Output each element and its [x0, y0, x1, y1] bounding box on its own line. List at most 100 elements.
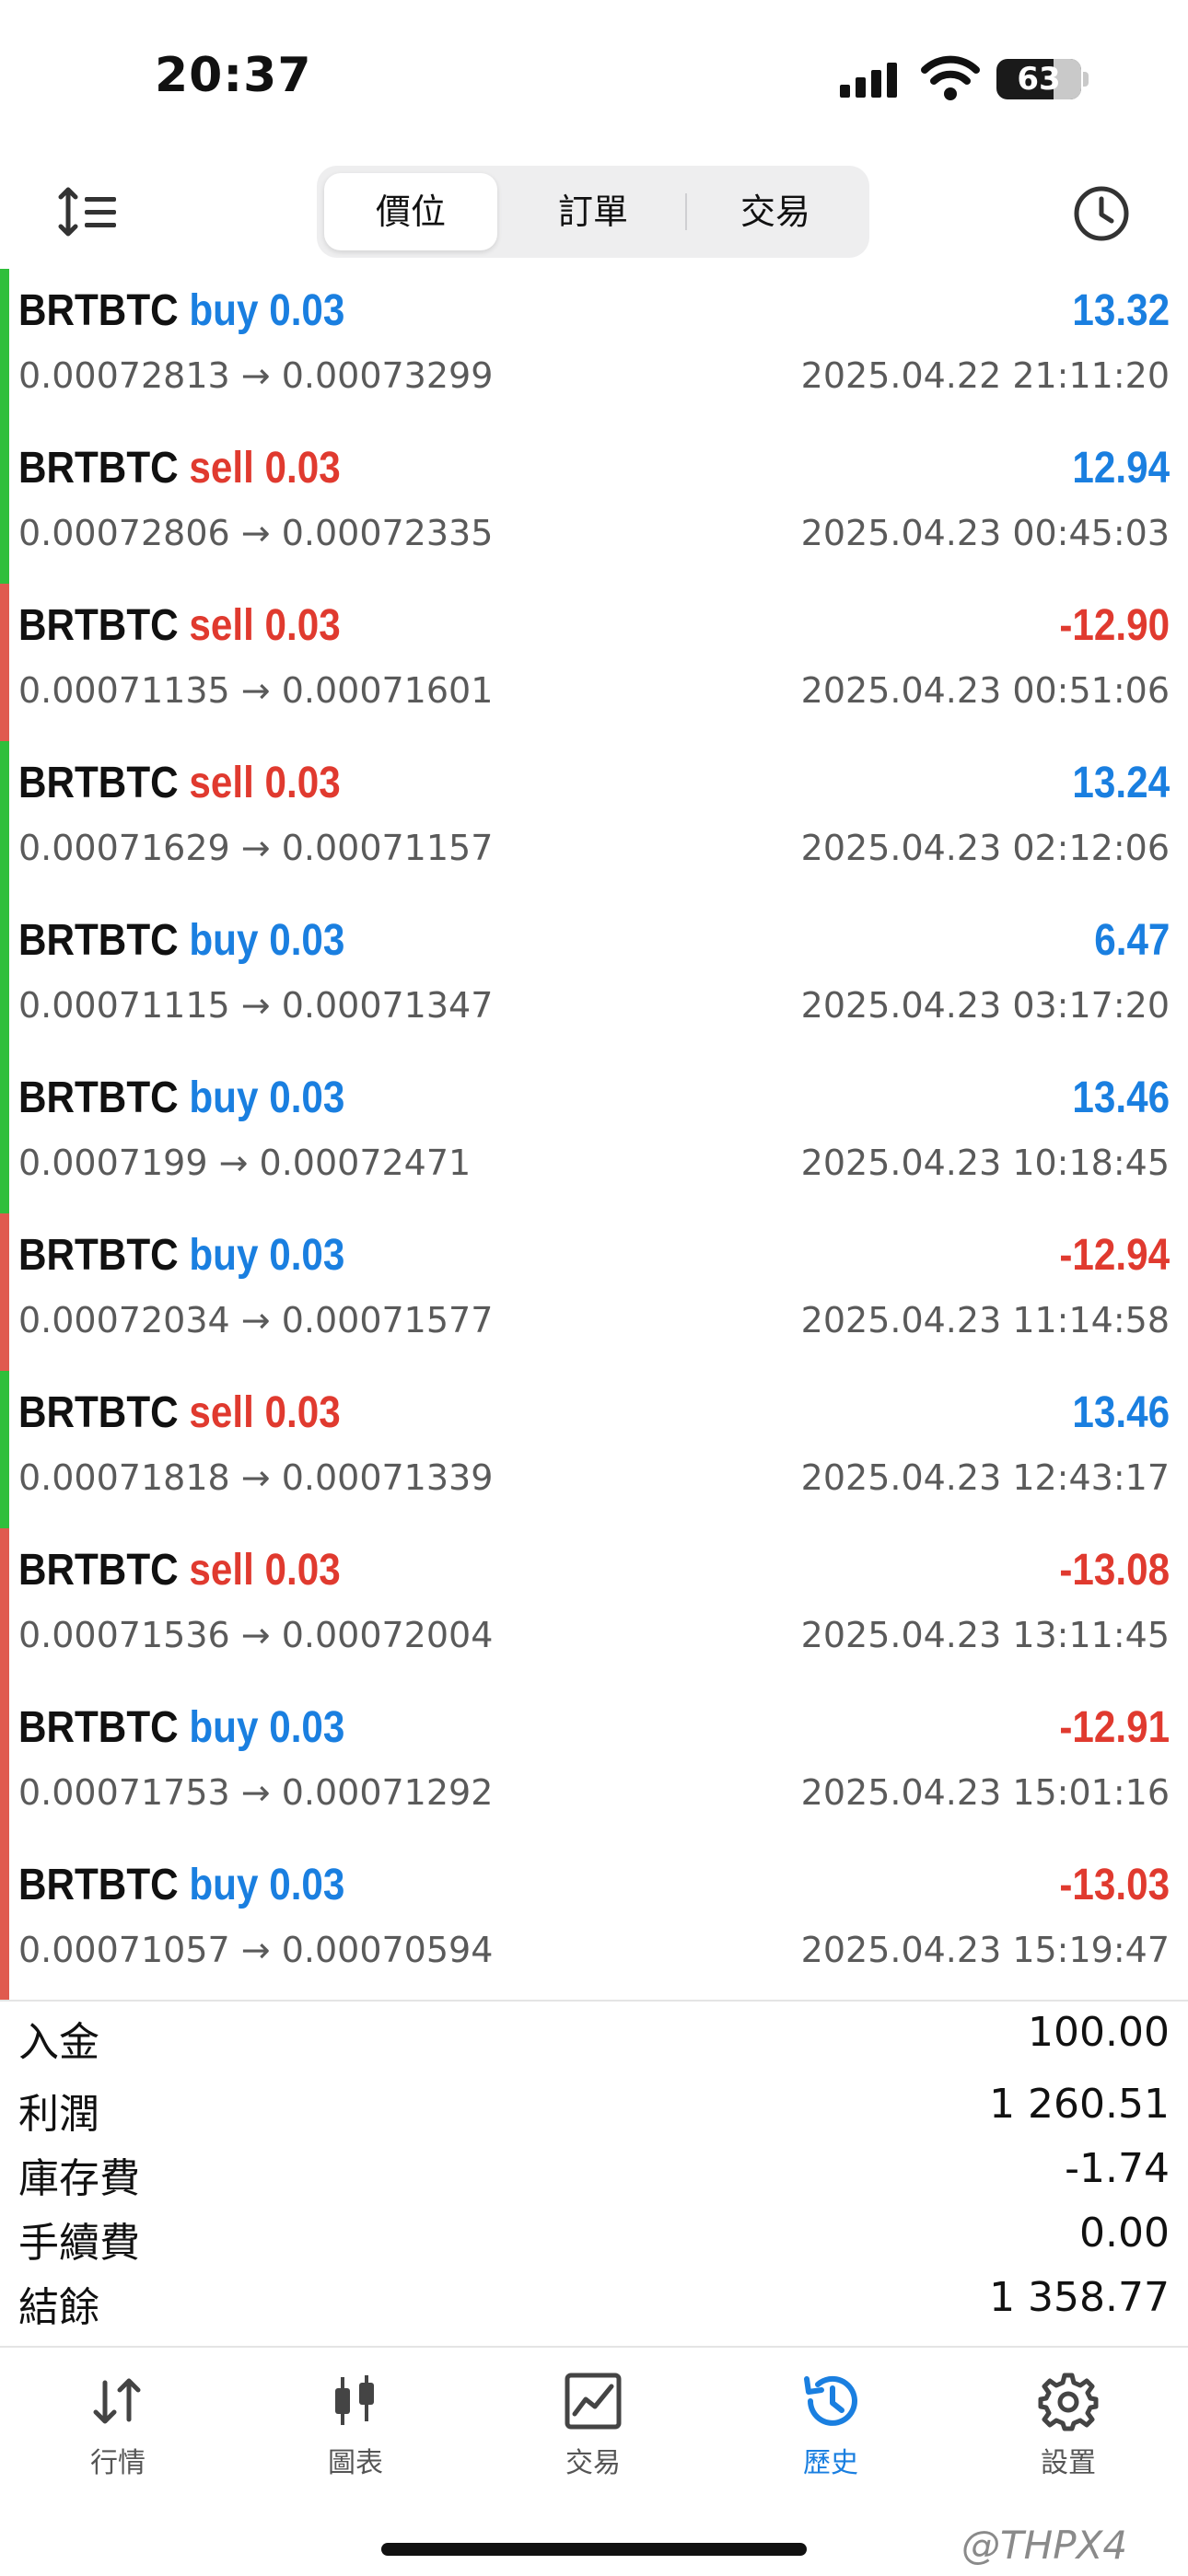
battery-indicator: 63: [996, 59, 1081, 99]
trade-prices: 0.00071536 → 0.00072004: [18, 1615, 493, 1655]
sort-icon[interactable]: [55, 184, 120, 239]
tabbar-label: 行情: [90, 2447, 146, 2479]
open-price: 0.00071536: [18, 1615, 230, 1655]
tabbar-charts[interactable]: 圖表: [273, 2370, 438, 2489]
close-price: 0.00071339: [281, 1457, 494, 1498]
trade-row[interactable]: BRTBTC buy 0.03 0.00071753 → 0.00071292 -1…: [0, 1686, 1188, 1843]
trade-title: BRTBTC sell 0.03: [18, 1545, 341, 1595]
open-price: 0.00071818: [18, 1457, 230, 1498]
trade-volume: 0.03: [269, 1703, 345, 1752]
tabbar-quotes[interactable]: 行情: [35, 2370, 201, 2489]
trade-date: 2025.04.23 12:43:17: [800, 1457, 1170, 1498]
trade-profit: -12.94: [1059, 1231, 1170, 1280]
trade-prices: 0.00072813 → 0.00073299: [18, 355, 493, 396]
result-bar: [0, 741, 9, 899]
summary-label: 入金: [18, 2019, 99, 2066]
close-price: 0.00073299: [281, 355, 494, 396]
trade-row[interactable]: BRTBTC buy 0.03 0.00072813 → 0.00073299 13…: [0, 269, 1188, 426]
trade-row[interactable]: BRTBTC sell 0.03 0.00071629 → 0.00071157 1…: [0, 741, 1188, 899]
arrow-icon: →: [240, 670, 271, 711]
trade-profit: 13.32: [1072, 286, 1170, 335]
close-price: 0.00072004: [281, 1615, 494, 1655]
arrow-icon: →: [240, 1930, 271, 1970]
arrow-icon: →: [240, 1615, 271, 1655]
trade-volume: 0.03: [269, 1231, 345, 1280]
trade-prices: 0.00071629 → 0.00071157: [18, 828, 493, 868]
battery-level: 63: [1017, 61, 1061, 98]
summary-row: 利潤 1 260.51: [0, 2073, 1188, 2138]
tab-positions[interactable]: 價位: [324, 173, 497, 250]
trade-side: buy: [189, 1231, 259, 1280]
result-bar: [0, 1213, 9, 1371]
open-price: 0.00072034: [18, 1300, 230, 1340]
tabbar-history[interactable]: 歷史: [748, 2370, 914, 2489]
trade-profit: -12.90: [1059, 601, 1170, 650]
trade-list: BRTBTC buy 0.03 0.00072813 → 0.00073299 13…: [0, 269, 1188, 2001]
trade-date: 2025.04.23 03:17:20: [800, 985, 1170, 1026]
summary-label: 利潤: [18, 2091, 99, 2138]
period-clock-icon[interactable]: [1072, 184, 1131, 243]
trade-profit: -13.08: [1059, 1546, 1170, 1595]
trade-title: BRTBTC sell 0.03: [18, 758, 341, 808]
trade-volume: 0.03: [269, 1861, 345, 1909]
close-price: 0.00071601: [281, 670, 494, 711]
result-bar: [0, 584, 9, 741]
trade-symbol: BRTBTC: [18, 1703, 179, 1752]
battery-tip: [1083, 72, 1089, 87]
trade-side: buy: [189, 286, 259, 335]
trade-title: BRTBTC sell 0.03: [18, 1387, 341, 1438]
trade-prices: 0.00071057 → 0.00070594: [18, 1930, 493, 1970]
tab-deals[interactable]: 交易: [689, 173, 862, 250]
trade-symbol: BRTBTC: [18, 1231, 179, 1280]
tabbar-label: 歷史: [803, 2447, 858, 2479]
summary-value: -1.74: [1065, 2145, 1170, 2192]
watermark-text: @THPX4: [961, 2523, 1128, 2568]
trade-profit: 13.46: [1072, 1073, 1170, 1122]
close-price: 0.00072471: [259, 1143, 472, 1183]
trade-volume: 0.03: [264, 444, 341, 493]
trade-symbol: BRTBTC: [18, 286, 179, 335]
trade-row[interactable]: BRTBTC sell 0.03 0.00072806 → 0.00072335 1…: [0, 426, 1188, 584]
trade-title: BRTBTC sell 0.03: [18, 600, 341, 651]
trade-row[interactable]: BRTBTC sell 0.03 0.00071818 → 0.00071339 1…: [0, 1371, 1188, 1528]
trade-side: sell: [189, 1388, 254, 1437]
result-bar: [0, 1528, 9, 1686]
trade-row[interactable]: BRTBTC buy 0.03 0.0007199 → 0.00072471 13.…: [0, 1056, 1188, 1213]
trade-symbol: BRTBTC: [18, 1546, 179, 1595]
tab-orders[interactable]: 訂單: [507, 173, 680, 250]
trade-side: sell: [189, 759, 254, 807]
arrow-icon: →: [240, 985, 271, 1026]
trade-row[interactable]: BRTBTC sell 0.03 0.00071135 → 0.00071601 -…: [0, 584, 1188, 741]
candlestick-chart-icon: [335, 2375, 374, 2425]
close-price: 0.00072335: [281, 513, 494, 553]
home-indicator: [381, 2543, 807, 2556]
trade-row[interactable]: BRTBTC sell 0.03 0.00071536 → 0.00072004 -…: [0, 1528, 1188, 1686]
arrow-icon: →: [240, 1457, 271, 1498]
summary-value: 100.00: [1028, 2009, 1170, 2056]
summary-label: 庫存費: [18, 2155, 140, 2202]
trade-row[interactable]: BRTBTC buy 0.03 0.00071057 → 0.00070594 -1…: [0, 1843, 1188, 2001]
summary-row: 入金 100.00: [0, 2002, 1188, 2073]
open-price: 0.00071629: [18, 828, 230, 868]
trade-prices: 0.00072034 → 0.00071577: [18, 1300, 493, 1340]
trade-symbol: BRTBTC: [18, 759, 179, 807]
cellular-signal-icon: [840, 63, 897, 98]
result-bar: [0, 426, 9, 584]
arrow-icon: →: [240, 1300, 271, 1340]
segmented-control: 價位 訂單 交易: [317, 166, 869, 258]
trade-side: sell: [189, 444, 254, 493]
trade-prices: 0.00071115 → 0.00071347: [18, 985, 493, 1026]
trade-row[interactable]: BRTBTC buy 0.03 0.00072034 → 0.00071577 -1…: [0, 1213, 1188, 1371]
trade-title: BRTBTC buy 0.03: [18, 915, 344, 966]
trade-volume: 0.03: [264, 759, 341, 807]
arrow-icon: →: [218, 1143, 249, 1183]
tabbar-trade[interactable]: 交易: [510, 2370, 676, 2489]
trade-side: sell: [189, 601, 254, 650]
close-price: 0.00071577: [281, 1300, 494, 1340]
trade-row[interactable]: BRTBTC buy 0.03 0.00071115 → 0.00071347 6.…: [0, 899, 1188, 1056]
trade-volume: 0.03: [264, 1546, 341, 1595]
tabbar-settings[interactable]: 設置: [985, 2370, 1151, 2489]
summary-value: 1 260.51: [989, 2081, 1170, 2128]
status-time: 20:37: [155, 48, 312, 103]
trade-symbol: BRTBTC: [18, 916, 179, 965]
